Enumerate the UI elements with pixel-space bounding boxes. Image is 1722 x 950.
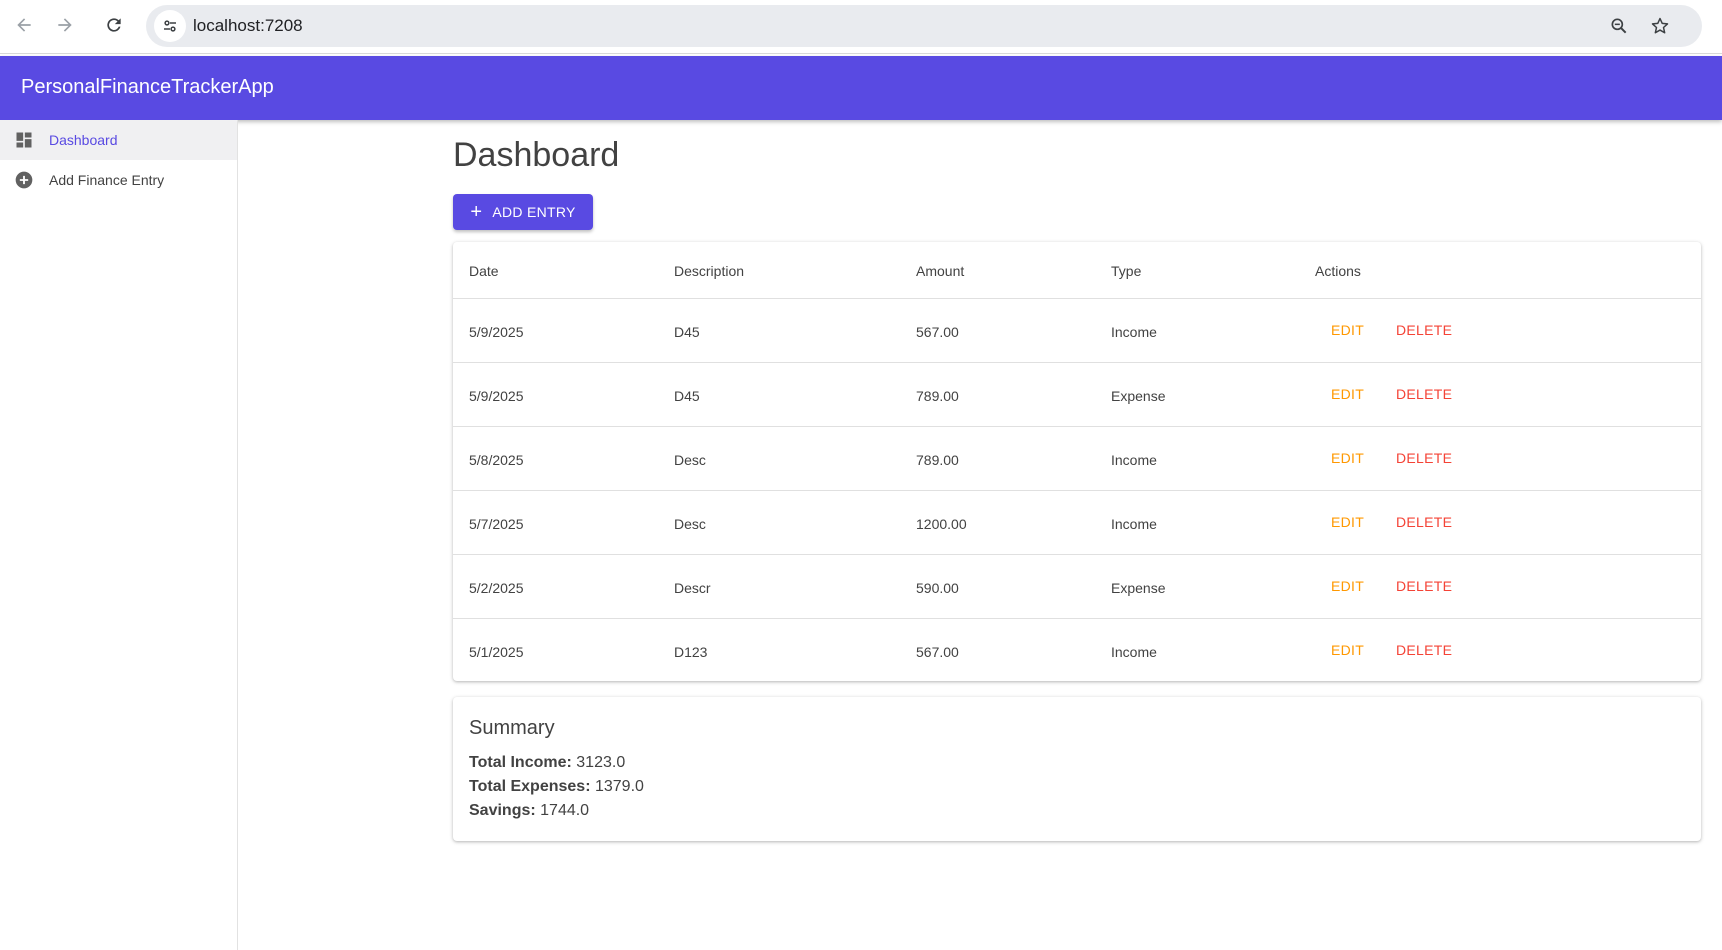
app-title[interactable]: PersonalFinanceTrackerApp bbox=[21, 76, 274, 99]
table-row: 5/9/2025 D45 789.00 Expense EDIT DELETE bbox=[453, 363, 1701, 427]
edit-button[interactable]: EDIT bbox=[1331, 578, 1364, 594]
cell-type: Expense bbox=[1111, 388, 1166, 404]
delete-button[interactable]: DELETE bbox=[1396, 386, 1452, 402]
header-actions: Actions bbox=[1315, 263, 1361, 279]
cell-date: 5/9/2025 bbox=[469, 324, 524, 340]
total-expenses-label: Total Expenses: bbox=[469, 778, 591, 795]
table-row: 5/9/2025 D45 567.00 Income EDIT DELETE bbox=[453, 299, 1701, 363]
forward-button[interactable] bbox=[52, 12, 78, 38]
tune-icon bbox=[164, 20, 176, 32]
cell-amount: 1200.00 bbox=[916, 516, 967, 532]
cell-date: 5/1/2025 bbox=[469, 644, 524, 660]
address-bar[interactable]: localhost:7208 bbox=[146, 5, 1702, 47]
cell-amount: 789.00 bbox=[916, 388, 959, 404]
table-row: 5/8/2025 Desc 789.00 Income EDIT DELETE bbox=[453, 427, 1701, 491]
table-row: 5/7/2025 Desc 1200.00 Income EDIT DELETE bbox=[453, 491, 1701, 555]
cell-description: D45 bbox=[674, 388, 700, 404]
table-row: 5/2/2025 Descr 590.00 Expense EDIT DELET… bbox=[453, 555, 1701, 619]
total-expenses-line: Total Expenses: 1379.0 bbox=[469, 778, 644, 796]
cell-description: Desc bbox=[674, 516, 706, 532]
delete-button[interactable]: DELETE bbox=[1396, 322, 1452, 338]
add-entry-button[interactable]: + ADD ENTRY bbox=[453, 194, 593, 230]
savings-line: Savings: 1744.0 bbox=[469, 802, 589, 820]
cell-description: Desc bbox=[674, 452, 706, 468]
cell-type: Income bbox=[1111, 516, 1157, 532]
header-type: Type bbox=[1111, 263, 1142, 279]
header-description: Description bbox=[674, 263, 745, 279]
cell-amount: 567.00 bbox=[916, 324, 959, 340]
cell-date: 5/8/2025 bbox=[469, 452, 524, 468]
header-date: Date bbox=[469, 263, 499, 279]
star-icon bbox=[1651, 17, 1669, 34]
reload-icon bbox=[107, 18, 121, 32]
delete-button[interactable]: DELETE bbox=[1396, 514, 1452, 530]
cell-type: Expense bbox=[1111, 580, 1166, 596]
total-income-line: Total Income: 3123.0 bbox=[469, 754, 625, 772]
app-bar: PersonalFinanceTrackerApp bbox=[0, 56, 1722, 120]
edit-button[interactable]: EDIT bbox=[1331, 450, 1364, 466]
summary-title: Summary bbox=[469, 717, 555, 739]
zoom-button[interactable] bbox=[1608, 15, 1630, 37]
cell-date: 5/7/2025 bbox=[469, 516, 524, 532]
arrow-right-icon bbox=[58, 18, 72, 32]
cell-date: 5/9/2025 bbox=[469, 388, 524, 404]
savings-label: Savings: bbox=[469, 802, 536, 819]
cell-description: D45 bbox=[674, 324, 700, 340]
sidebar-item-add-finance-entry[interactable]: Add Finance Entry bbox=[0, 160, 237, 200]
page-title: Dashboard bbox=[453, 136, 620, 174]
savings-value: 1744.0 bbox=[540, 802, 590, 819]
edit-button[interactable]: EDIT bbox=[1331, 642, 1364, 658]
cell-amount: 590.00 bbox=[916, 580, 959, 596]
sidebar: Dashboard Add Finance Entry bbox=[0, 120, 238, 950]
bookmark-button[interactable] bbox=[1649, 15, 1671, 37]
edit-button[interactable]: EDIT bbox=[1331, 386, 1364, 402]
cell-type: Income bbox=[1111, 324, 1157, 340]
reload-button[interactable] bbox=[101, 12, 127, 38]
total-income-value: 3123.0 bbox=[576, 754, 626, 771]
back-button[interactable] bbox=[11, 12, 37, 38]
cell-amount: 567.00 bbox=[916, 644, 959, 660]
cell-type: Income bbox=[1111, 644, 1157, 660]
zoom-icon bbox=[1611, 18, 1627, 34]
browser-toolbar: localhost:7208 bbox=[0, 0, 1722, 54]
delete-button[interactable]: DELETE bbox=[1396, 450, 1452, 466]
site-info-button[interactable] bbox=[154, 10, 186, 42]
edit-button[interactable]: EDIT bbox=[1331, 514, 1364, 530]
sidebar-item-label: Add Finance Entry bbox=[49, 172, 165, 188]
total-expenses-value: 1379.0 bbox=[594, 778, 644, 795]
sidebar-item-dashboard[interactable]: Dashboard bbox=[0, 120, 237, 160]
add-entry-label: ADD ENTRY bbox=[492, 204, 576, 220]
delete-button[interactable]: DELETE bbox=[1396, 578, 1452, 594]
cell-description: Descr bbox=[674, 580, 711, 596]
header-amount: Amount bbox=[916, 263, 965, 279]
table-row: 5/1/2025 D123 567.00 Income EDIT DELETE bbox=[453, 619, 1701, 683]
plus-icon: + bbox=[470, 201, 483, 223]
cell-amount: 789.00 bbox=[916, 452, 959, 468]
cell-date: 5/2/2025 bbox=[469, 580, 524, 596]
arrow-left-icon bbox=[17, 18, 31, 32]
entries-table: Date Description Amount Type Actions 5/9… bbox=[453, 242, 1701, 681]
dashboard-icon bbox=[16, 132, 32, 148]
delete-button[interactable]: DELETE bbox=[1396, 642, 1452, 658]
cell-description: D123 bbox=[674, 644, 708, 660]
table-header: Date Description Amount Type Actions bbox=[453, 242, 1701, 299]
edit-button[interactable]: EDIT bbox=[1331, 322, 1364, 338]
summary-card: Summary Total Income: 3123.0 Total Expen… bbox=[453, 697, 1701, 841]
sidebar-item-label: Dashboard bbox=[49, 132, 118, 148]
cell-type: Income bbox=[1111, 452, 1157, 468]
url-text[interactable]: localhost:7208 bbox=[193, 16, 303, 36]
total-income-label: Total Income: bbox=[469, 754, 572, 771]
add-circle-icon bbox=[15, 171, 33, 189]
